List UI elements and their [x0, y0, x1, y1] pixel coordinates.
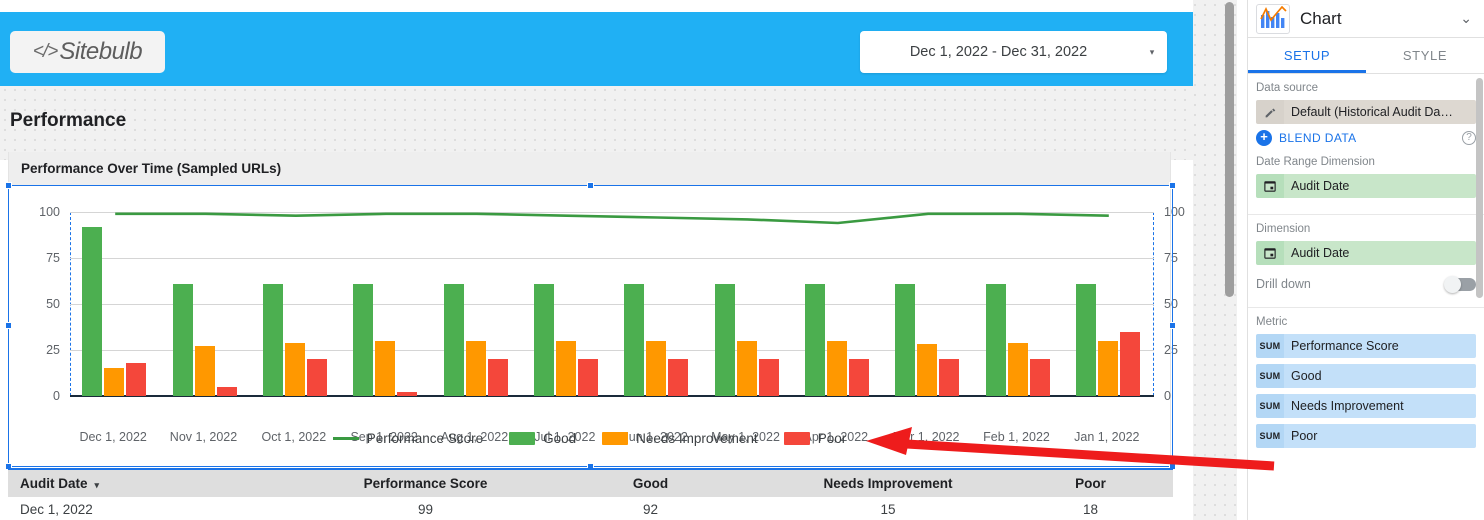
plus-icon[interactable]: + [1256, 130, 1272, 146]
legend-item-poor[interactable]: Poor [783, 431, 847, 446]
good-swatch-icon [509, 432, 536, 445]
table-header-row[interactable]: Audit Date ▾ Performance Score Good Needs Im… [8, 470, 1173, 497]
table-cell: 99 [417, 502, 434, 517]
calendar-icon [1256, 241, 1284, 265]
sort-caret-icon[interactable]: ▾ [95, 480, 100, 490]
code-bracket-icon: </> [32, 41, 59, 62]
aggregation-icon[interactable]: SUM [1256, 394, 1284, 418]
table-body[interactable]: Dec 1, 2022 99 92 15 18 [8, 497, 1173, 520]
y-axis-tick-right: 75 [1164, 251, 1178, 265]
section-dimension: Dimension Audit Date Drill down [1248, 215, 1484, 308]
data-table[interactable]: Audit Date ▾ Performance Score Good Needs Im… [8, 468, 1173, 520]
dimension-label: Dimension [1256, 223, 1311, 235]
y-axis-tick-right: 100 [1164, 205, 1185, 219]
page-title: Performance [10, 110, 127, 131]
poor-swatch-icon [783, 432, 810, 445]
y-axis-tick-left: 0 [53, 389, 60, 403]
logo-wordmark: Sitebulb [59, 38, 143, 65]
blend-data-row[interactable]: + BLEND DATA ? [1256, 130, 1476, 146]
chart-properties-panel[interactable]: Chart ⌄ SETUP STYLE Data source Default … [1247, 0, 1484, 520]
line-swatch-icon [332, 437, 359, 440]
pencil-icon[interactable] [1256, 100, 1284, 124]
date-range-dimension-label: Date Range Dimension [1256, 156, 1375, 168]
dimension-value: Audit Date [1284, 241, 1476, 265]
panel-title: Chart [1300, 8, 1342, 28]
metric-name: Poor [1284, 424, 1476, 448]
y-axis-tick-right: 50 [1164, 297, 1178, 311]
aggregation-icon[interactable]: SUM [1256, 424, 1284, 448]
needs-improvement-swatch-icon [602, 432, 629, 445]
table-column-header[interactable]: Poor [1008, 476, 1173, 491]
date-range-dimension-value: Audit Date [1284, 174, 1476, 198]
tab-setup[interactable]: SETUP [1248, 38, 1366, 73]
chart-legend[interactable]: Performance Score Good Needs Improvement… [9, 431, 1170, 446]
legend-label: Poor [817, 431, 847, 446]
aggregation-icon[interactable]: SUM [1256, 364, 1284, 388]
metric-chip[interactable]: SUM Performance Score [1256, 334, 1476, 358]
table-cell: Dec 1, 2022 [20, 502, 93, 517]
y-axis-tick-left: 50 [46, 297, 60, 311]
sitebulb-logo[interactable]: </> Sitebulb [10, 31, 165, 73]
table-row[interactable]: Dec 1, 2022 99 92 15 18 [8, 497, 1173, 520]
legend-label: Performance Score [366, 431, 484, 446]
table-column-header[interactable]: Good [533, 476, 768, 491]
table-cell: 92 [642, 502, 659, 517]
metric-name: Performance Score [1284, 334, 1476, 358]
chart-type-icon[interactable] [1256, 3, 1290, 34]
report-page-dot-grid [0, 85, 1193, 160]
drill-down-row[interactable]: Drill down [1256, 271, 1476, 297]
chart-plot-container[interactable]: 0 0 25 25 50 50 75 75 100 100 Dec 1, 2022 Nov 1, 20… [9, 185, 1185, 464]
date-range-value: Dec 1, 2022 - Dec 31, 2022 [909, 44, 1088, 60]
calendar-icon [1256, 174, 1284, 198]
data-source-value: Default (Historical Audit Da… [1284, 100, 1476, 124]
canvas-scrollbar[interactable] [1225, 2, 1234, 297]
data-source-label: Data source [1256, 82, 1319, 94]
aggregation-icon[interactable]: SUM [1256, 334, 1284, 358]
legend-item-good[interactable]: Good [509, 431, 576, 446]
y-axis-tick-right: 25 [1164, 343, 1178, 357]
table-cell: 15 [880, 502, 896, 517]
chevron-down-icon[interactable]: ▾ [1137, 47, 1167, 58]
blend-data-label[interactable]: BLEND DATA [1279, 131, 1455, 145]
data-source-chip[interactable]: Default (Historical Audit Da… [1256, 100, 1476, 124]
dimension-chip[interactable]: Audit Date [1256, 241, 1476, 265]
report-canvas[interactable]: </> Sitebulb Dec 1, 2022 - Dec 31, 2022 … [0, 0, 1237, 520]
y-axis-tick-left: 75 [46, 251, 60, 265]
table-column-header[interactable]: Needs Improvement [768, 476, 1008, 491]
metric-chip[interactable]: SUM Poor [1256, 424, 1476, 448]
table-cell: 18 [1082, 502, 1099, 517]
panel-header[interactable]: Chart ⌄ [1248, 0, 1484, 38]
metric-chip[interactable]: SUM Needs Improvement [1256, 394, 1476, 418]
metric-name: Needs Improvement [1284, 394, 1476, 418]
section-metric: Metric SUM Performance Score SUM Good SUM Nee… [1248, 308, 1484, 464]
date-range-dimension-chip[interactable]: Audit Date [1256, 174, 1476, 198]
y-axis-tick-left: 25 [46, 343, 60, 357]
metric-label: Metric [1256, 316, 1288, 328]
toggle-knob [1444, 275, 1461, 293]
app-root: </> Sitebulb Dec 1, 2022 - Dec 31, 2022 … [0, 0, 1484, 520]
legend-item-needs-improvement[interactable]: Needs Improvement [602, 431, 758, 446]
drill-down-label: Drill down [1256, 277, 1311, 291]
table-column-header[interactable]: Performance Score [318, 476, 533, 491]
performance-score-line-series [115, 212, 1109, 225]
panel-scrollbar[interactable] [1476, 78, 1483, 298]
metric-chip[interactable]: SUM Good [1256, 364, 1476, 388]
chart-card-title: Performance Over Time (Sampled URLs) [9, 152, 1170, 185]
date-range-control[interactable]: Dec 1, 2022 - Dec 31, 2022 ▾ [860, 31, 1167, 73]
section-data-source: Data source Default (Historical Audit Da… [1248, 74, 1484, 215]
legend-label: Needs Improvement [636, 431, 758, 446]
panel-tabs[interactable]: SETUP STYLE [1248, 38, 1484, 74]
y-axis-tick-left: 100 [39, 205, 60, 219]
table-column-header[interactable]: Audit Date ▾ [8, 476, 318, 491]
y-axis-tick-right: 0 [1164, 389, 1171, 403]
drill-down-toggle[interactable] [1444, 275, 1476, 293]
metric-name: Good [1284, 364, 1476, 388]
metric-list[interactable]: SUM Performance Score SUM Good SUM Needs Impr… [1256, 334, 1476, 448]
chevron-down-icon[interactable]: ⌄ [1460, 10, 1476, 27]
chart-card[interactable]: Performance Over Time (Sampled URLs) 0 0 2… [8, 152, 1185, 464]
help-icon[interactable]: ? [1462, 131, 1476, 145]
tab-style[interactable]: STYLE [1366, 38, 1484, 73]
legend-item-performance-score[interactable]: Performance Score [332, 431, 484, 446]
legend-label: Good [543, 431, 577, 446]
